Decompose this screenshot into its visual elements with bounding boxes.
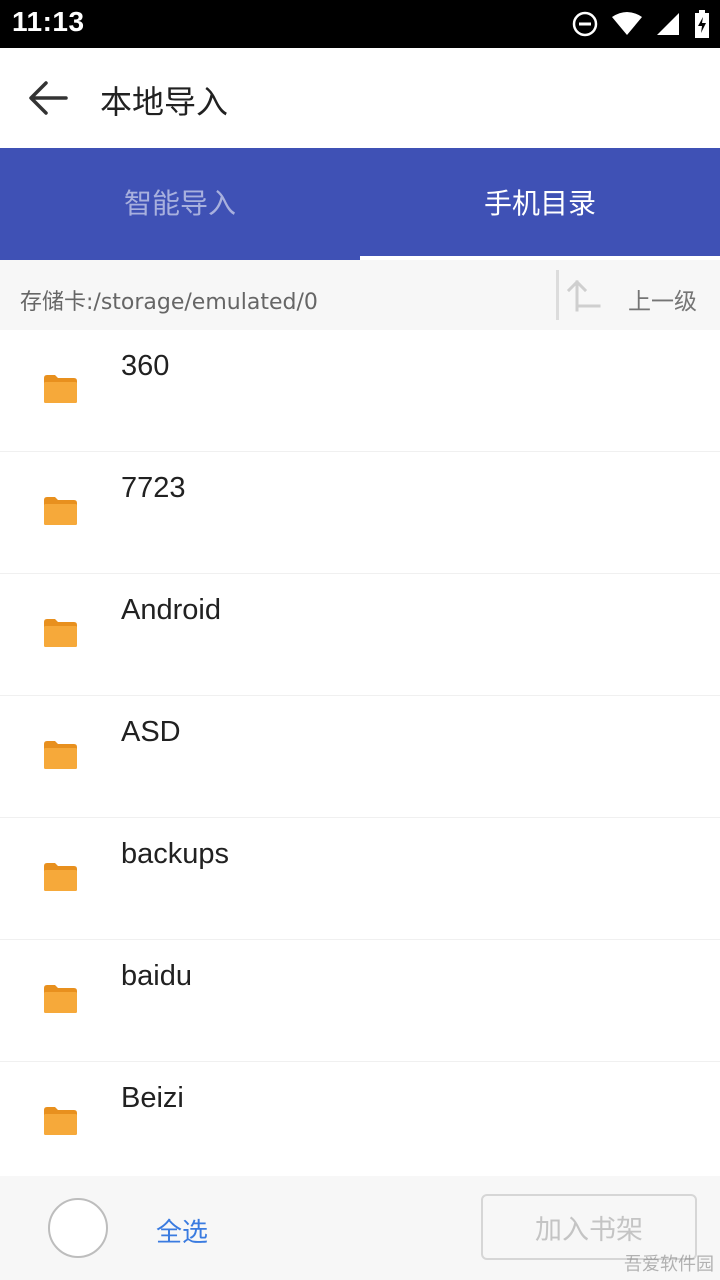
folder-icon — [44, 619, 77, 647]
tab-smart-import[interactable]: 智能导入 — [0, 148, 360, 260]
select-all-label[interactable]: 全选 — [156, 1212, 208, 1249]
folder-row-baidu[interactable]: baidu — [0, 940, 720, 1062]
cellular-signal-icon — [657, 13, 679, 35]
wifi-icon — [612, 12, 642, 35]
status-bar: 11:13 — [0, 0, 720, 48]
folder-row-7723[interactable]: 7723 — [0, 452, 720, 574]
page-title: 本地导入 — [100, 83, 229, 121]
bottom-action-bar: 全选 加入书架 吾爱软件园 — [0, 1176, 720, 1280]
select-all-checkbox[interactable] — [48, 1198, 108, 1258]
folder-icon — [44, 863, 77, 891]
up-level-button[interactable]: 上一级 — [628, 282, 697, 316]
folder-list: 360 7723 Android ASD backups baidu Beizi — [0, 330, 720, 1184]
folder-row-android[interactable]: Android — [0, 574, 720, 696]
folder-row-beizi[interactable]: Beizi — [0, 1062, 720, 1184]
folder-row-asd[interactable]: ASD — [0, 696, 720, 818]
folder-name: backups — [121, 838, 230, 870]
folder-row-360[interactable]: 360 — [0, 330, 720, 452]
watermark: 吾爱软件园 — [624, 1254, 714, 1275]
path-divider — [556, 270, 559, 320]
folder-icon — [44, 375, 77, 403]
folder-icon — [44, 497, 77, 525]
folder-icon — [44, 985, 77, 1013]
folder-name: Beizi — [121, 1082, 184, 1114]
do-not-disturb-icon — [572, 11, 598, 37]
battery-charging-icon — [695, 10, 709, 38]
folder-name: ASD — [121, 716, 181, 748]
path-bar: 存储卡:/storage/emulated/0 上一级 — [0, 260, 720, 330]
back-arrow-icon[interactable] — [26, 78, 70, 118]
tab-bar: 智能导入 手机目录 — [0, 148, 720, 260]
folder-row-backups[interactable]: backups — [0, 818, 720, 940]
tab-phone-directory[interactable]: 手机目录 — [360, 148, 720, 260]
folder-icon — [44, 1107, 77, 1135]
up-level-icon[interactable] — [567, 278, 601, 312]
folder-icon — [44, 741, 77, 769]
current-path: 存储卡:/storage/emulated/0 — [20, 290, 318, 315]
folder-name: Android — [121, 594, 221, 626]
status-icons — [572, 9, 710, 39]
folder-name: 360 — [121, 350, 170, 382]
folder-name: baidu — [121, 960, 192, 992]
folder-name: 7723 — [121, 472, 186, 504]
status-time: 11:13 — [12, 6, 85, 37]
app-bar: 本地导入 — [0, 48, 720, 148]
